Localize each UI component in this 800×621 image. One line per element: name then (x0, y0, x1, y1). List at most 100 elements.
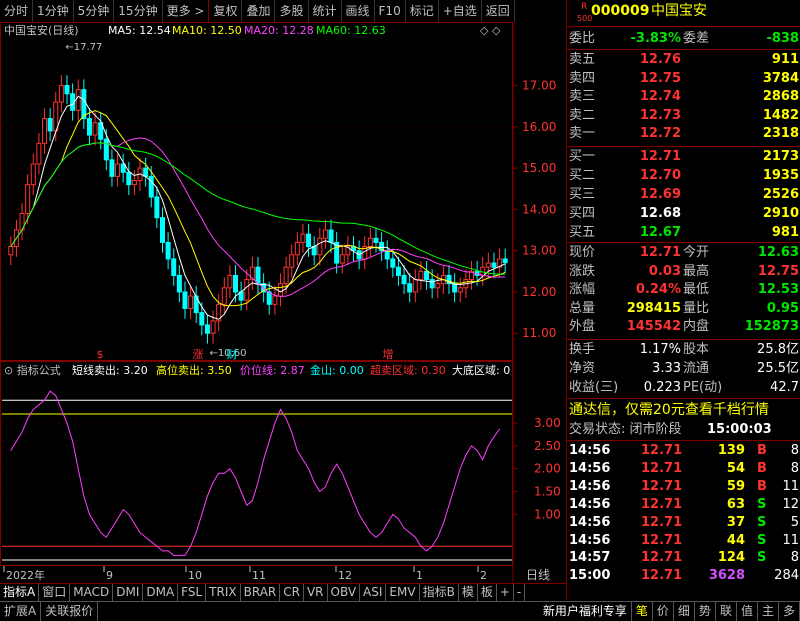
bottom-item-2[interactable]: 新用户福利专享 (539, 602, 632, 621)
tick-volume: 54 (726, 460, 745, 476)
tab-11[interactable]: ASI (360, 584, 387, 601)
buy-row: 买五 12.67 981 (567, 224, 800, 242)
candle-body (390, 258, 396, 268)
toolbar-item-10[interactable]: F10 (375, 0, 406, 22)
bottom-item-6[interactable]: 势 (695, 602, 716, 621)
toolbar-item-6[interactable]: 叠加 (242, 0, 276, 22)
price-tick-label: 14.00 (522, 202, 556, 216)
toolbar-item-5[interactable]: 复权 (209, 0, 243, 22)
tick-volume: 3628 (708, 568, 745, 584)
chart-area[interactable]: 中国宝安(日线) MA5: 12.54 MA10: 12.50 MA20: 12.28… (0, 22, 566, 583)
tab-0[interactable]: 指标A (0, 584, 40, 601)
x-tick-label: 9 (106, 569, 113, 582)
candle-body (47, 118, 53, 132)
candle-body (36, 142, 42, 165)
stat-label: 涨幅 (569, 282, 596, 298)
tick-price: 12.71 (641, 443, 683, 458)
toolbar-item-11[interactable]: 标记 (406, 0, 439, 22)
tab-7[interactable]: BRAR (241, 584, 281, 601)
toolbar-item-4[interactable]: 更多 > (163, 0, 210, 22)
panel-ctrl-icon: ◇ ◇ (480, 24, 501, 37)
candle-body (42, 118, 48, 144)
tab-16[interactable]: + (497, 584, 514, 601)
tab-2[interactable]: MACD (70, 584, 114, 601)
stat-row: 涨幅 0.24% 最低 12.53 (567, 281, 800, 299)
stat-row: 外盘 145542 内盘 152873 (567, 318, 800, 336)
tab-14[interactable]: 模 (459, 584, 478, 601)
sell-label: 卖一 (569, 126, 596, 142)
candle-body (306, 233, 312, 248)
indicator-tick-label: 2.00 (534, 462, 561, 476)
promo-text[interactable]: 通达信，仅需20元查看千档行情 (569, 401, 769, 419)
toolbar-item-8[interactable]: 统计 (309, 0, 342, 22)
tab-17[interactable]: - (514, 584, 526, 601)
tick-count: 12 (782, 496, 799, 512)
toolbar-item-13[interactable]: 返回 (482, 0, 515, 22)
stock-name: 中国宝安 (651, 3, 707, 19)
sell-row: 卖四 12.75 3784 (567, 70, 800, 88)
stat2-label: 收益(三) (569, 380, 619, 395)
buy-price: 12.68 (639, 206, 681, 221)
ma20-label: MA20: 12.28 (244, 24, 314, 37)
stat-label: 总量 (569, 300, 596, 316)
stat-label: 最低 (683, 282, 710, 298)
stat-row: 现价 12.71 今开 12.63 (567, 244, 800, 262)
tab-5[interactable]: FSL (178, 584, 207, 601)
tick-volume: 124 (717, 550, 745, 566)
tick-row: 14:56 12.71 54 B 8 (567, 460, 800, 478)
stat-row: 涨跌 0.03 最高 12.75 (567, 263, 800, 281)
toolbar-item-2[interactable]: 5分钟 (74, 0, 115, 22)
stat2-value: 1.17% (639, 342, 681, 357)
tick-price: 12.71 (641, 460, 683, 476)
x-tick-label: 11 (252, 569, 266, 582)
trade-state-row: 交易状态: 闭市阶段 15:00:03 (567, 421, 800, 439)
toolbar-item-9[interactable]: 画线 (342, 0, 375, 22)
bottom-item-4[interactable]: 价 (653, 602, 674, 621)
tab-1[interactable]: 窗口 (39, 584, 71, 601)
tab-10[interactable]: OBV (328, 584, 361, 601)
chart-toolbar: 分时 1分钟 5分钟 15分钟 更多 > 复权 叠加 多股 统计 画线 F10 标记 +自选 返回 (0, 0, 566, 23)
candle-body (126, 171, 132, 186)
tab-15[interactable]: 板 (478, 584, 497, 601)
tab-9[interactable]: VR (304, 584, 328, 601)
toolbar-item-3[interactable]: 15分钟 (114, 0, 163, 22)
candle-body (159, 217, 165, 243)
event-marker: 涨 (193, 348, 204, 361)
bottom-item-1[interactable]: 关联报价 (41, 602, 99, 621)
bottom-item-10[interactable]: 多 (779, 602, 800, 621)
tab-4[interactable]: DMA (143, 584, 179, 601)
bottom-item-9[interactable]: 主 (758, 602, 779, 621)
bottom-item-5[interactable]: 细 (674, 602, 695, 621)
tab-3[interactable]: DMI (113, 584, 144, 601)
candle-body (491, 262, 497, 268)
bottom-item-8[interactable]: 值 (737, 602, 758, 621)
toolbar-item-7[interactable]: 多股 (275, 0, 309, 22)
sell-row: 卖三 12.74 2868 (567, 88, 800, 106)
candle-body (109, 159, 115, 177)
stat2-value: 25.8亿 (757, 342, 799, 357)
ma10-label: MA10: 12.50 (172, 24, 242, 37)
weicha-value: -838 (766, 31, 799, 46)
tab-12[interactable]: EMV (386, 584, 420, 601)
tick-side: S (757, 496, 767, 512)
tab-13[interactable]: 指标B (420, 584, 459, 601)
stat-label: 最高 (683, 263, 710, 279)
candle-body (412, 279, 418, 293)
stat2-value: 3.33 (652, 361, 681, 376)
bottom-item-7[interactable]: 联 (716, 602, 737, 621)
buy-price: 12.67 (639, 225, 681, 240)
trade-state-time: 15:00:03 (707, 422, 772, 437)
bottom-item-3[interactable]: 笔 (632, 602, 653, 621)
high-annotation: ←17.77 (65, 42, 102, 53)
sell-row: 卖五 12.76 911 (567, 51, 800, 69)
tab-8[interactable]: CR (280, 584, 304, 601)
bottom-item-0[interactable]: 扩展A (0, 602, 42, 621)
toolbar-item-1[interactable]: 1分钟 (33, 0, 74, 22)
candle-body (255, 266, 261, 285)
toolbar-item-12[interactable]: +自选 (439, 0, 482, 22)
tick-count: 11 (782, 532, 799, 548)
tab-6[interactable]: TRIX (206, 584, 241, 601)
candle-body (395, 266, 401, 276)
stat-value: 12.75 (757, 263, 799, 279)
toolbar-item-0[interactable]: 分时 (0, 0, 34, 22)
